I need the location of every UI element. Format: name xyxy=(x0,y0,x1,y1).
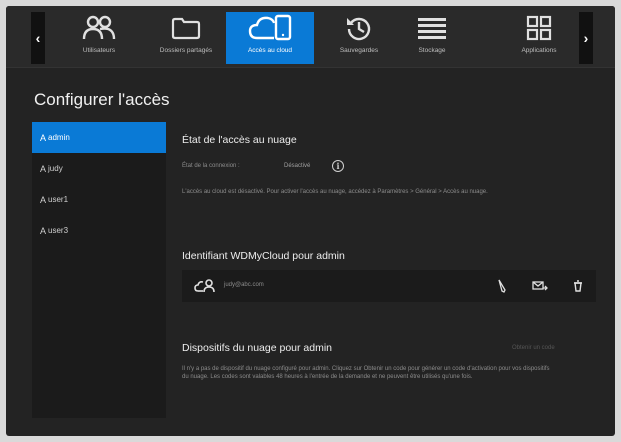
storage-icon xyxy=(417,12,447,44)
cloud-status-description: L'accès au cloud est désactivé. Pour act… xyxy=(182,189,488,195)
info-icon[interactable]: i xyxy=(332,160,344,172)
cloud-status-heading: État de l'accès au nuage xyxy=(182,134,297,146)
get-code-button[interactable]: Obtenir un code xyxy=(512,345,555,353)
account-email: judy@abc.com xyxy=(224,282,264,288)
cloud-devices-heading: Dispositifs du nuage pour admin xyxy=(182,342,333,354)
nav-item-users[interactable]: Utilisateurs xyxy=(58,12,140,64)
top-navigation: ‹ Utilisateurs Dossiers partagés Accès a… xyxy=(6,6,615,68)
user-list: Aadmin Ajudy Auser1 Auser3 xyxy=(32,122,166,418)
user-list-item-user1[interactable]: Auser1 xyxy=(32,184,166,215)
delete-trash-icon[interactable] xyxy=(570,278,586,294)
user-icon: A xyxy=(40,194,47,205)
history-icon xyxy=(345,12,373,44)
wdmycloud-account-card: judy@abc.com xyxy=(182,270,596,302)
user-icon: A xyxy=(40,225,47,236)
app-window: ‹ Utilisateurs Dossiers partagés Accès a… xyxy=(6,6,615,436)
nav-next-arrow[interactable]: › xyxy=(579,12,593,64)
page-title: Configurer l'accès xyxy=(34,90,170,109)
apps-icon xyxy=(526,12,552,44)
nav-item-shares[interactable]: Dossiers partagés xyxy=(146,12,226,64)
user-list-item-user3[interactable]: Auser3 xyxy=(32,215,166,246)
cloud-user-icon xyxy=(194,279,216,298)
wdmycloud-heading: Identifiant WDMyCloud pour admin xyxy=(182,250,345,262)
nav-prev-arrow[interactable]: ‹ xyxy=(31,12,45,64)
user-list-item-admin[interactable]: Aadmin xyxy=(32,122,166,153)
nav-item-backups[interactable]: Sauvegardes xyxy=(324,12,394,64)
cloud-devices-description: Il n'y a pas de dispositif du nuage conf… xyxy=(182,366,550,380)
user-icon: A xyxy=(40,132,47,143)
user-icon: A xyxy=(40,163,47,174)
cloud-devices-icon xyxy=(247,12,293,44)
user-list-item-judy[interactable]: Ajudy xyxy=(32,153,166,184)
users-icon xyxy=(82,12,116,44)
send-email-icon[interactable] xyxy=(532,278,548,294)
nav-item-cloud-access[interactable]: Accès au cloud xyxy=(226,12,314,64)
nav-item-apps[interactable]: Applications xyxy=(508,12,570,64)
nav-item-storage[interactable]: Stockage xyxy=(400,12,464,64)
connection-status-value: Désactivé xyxy=(284,163,311,169)
folder-icon xyxy=(171,12,201,44)
connection-status-label: État de la connexion : xyxy=(182,163,240,169)
edit-pencil-icon[interactable] xyxy=(494,278,510,294)
